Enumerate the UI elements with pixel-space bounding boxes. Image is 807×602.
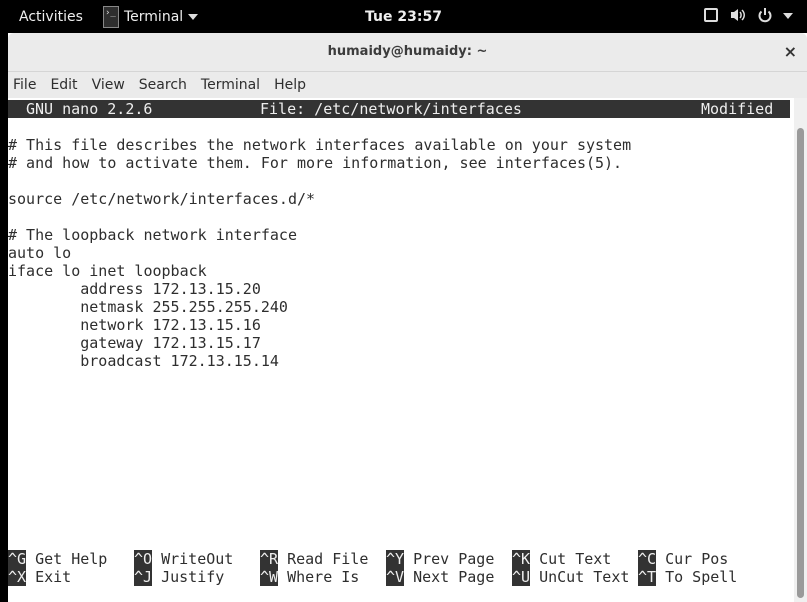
help-writeout: ^O WriteOut	[134, 550, 233, 568]
help-key: ^V	[386, 568, 405, 586]
file-line: auto lo	[8, 244, 72, 262]
help-label: Prev Page	[413, 550, 495, 568]
nano-title-bar: GNU nano 2.2.6 File: /etc/network/interf…	[8, 100, 790, 118]
terminal-scrollbar[interactable]	[794, 98, 807, 602]
help-label: WriteOut	[161, 550, 234, 568]
help-label: UnCut Text	[539, 568, 630, 586]
help-label: Justify	[161, 568, 225, 586]
file-line: # This file describes the network interf…	[8, 136, 632, 154]
help-label: Next Page	[413, 568, 495, 586]
help-prev-page: ^Y Prev Page	[386, 550, 494, 568]
help-label: Cur Pos	[665, 550, 729, 568]
help-key: ^X	[8, 568, 27, 586]
file-line: iface lo inet loopback	[8, 262, 207, 280]
help-key: ^T	[638, 568, 657, 586]
help-key: ^K	[512, 550, 531, 568]
window-icon	[704, 8, 718, 22]
file-line: source /etc/network/interfaces.d/*	[8, 190, 316, 208]
help-cut-text: ^K Cut Text	[512, 550, 611, 568]
help-label: Cut Text	[539, 550, 612, 568]
power-icon	[758, 8, 772, 23]
help-key: ^R	[260, 550, 279, 568]
help-to-spell: ^T To Spell	[638, 568, 737, 586]
terminal-window: humaidy@humaidy: ~ × File Edit View Sear…	[8, 33, 807, 602]
help-key: ^O	[134, 550, 153, 568]
file-line: network 172.13.15.16	[8, 316, 261, 334]
gnome-top-bar: Activities Terminal Tue 23:57	[0, 0, 807, 35]
help-next-page: ^V Next Page	[386, 568, 494, 586]
close-icon[interactable]: ×	[784, 42, 797, 61]
help-cur-pos: ^C Cur Pos	[638, 550, 728, 568]
help-label: Read File	[287, 550, 369, 568]
help-read-file: ^R Read File	[260, 550, 368, 568]
help-key: ^U	[512, 568, 531, 586]
menu-file[interactable]: File	[8, 77, 36, 93]
dropdown-caret-icon	[783, 13, 793, 19]
menu-help[interactable]: Help	[269, 77, 306, 93]
help-label: Where Is	[287, 568, 360, 586]
help-get-help: ^G Get Help	[8, 550, 107, 568]
help-key: ^W	[260, 568, 279, 586]
help-key: ^C	[638, 550, 657, 568]
file-line: netmask 255.255.255.240	[8, 298, 288, 316]
terminal-area[interactable]: GNU nano 2.2.6 File: /etc/network/interf…	[8, 98, 794, 602]
help-where-is: ^W Where Is	[260, 568, 359, 586]
menu-view[interactable]: View	[87, 77, 125, 93]
help-key: ^Y	[386, 550, 405, 568]
help-label: To Spell	[665, 568, 738, 586]
volume-icon	[731, 9, 745, 21]
menu-bar: File Edit View Search Terminal Help	[8, 72, 807, 98]
scrollbar-thumb[interactable]	[797, 128, 804, 598]
file-line: gateway 172.13.15.17	[8, 334, 261, 352]
help-key: ^J	[134, 568, 153, 586]
clock[interactable]: Tue 23:57	[0, 9, 807, 25]
file-line: address 172.13.15.20	[8, 280, 261, 298]
window-title: humaidy@humaidy: ~	[327, 44, 488, 59]
help-key: ^G	[8, 550, 27, 568]
nano-file-name: File: /etc/network/interfaces	[260, 100, 522, 118]
nano-status: Modified	[701, 100, 774, 118]
menu-terminal[interactable]: Terminal	[196, 77, 260, 93]
help-uncut-text: ^U UnCut Text	[512, 568, 629, 586]
nano-version: GNU nano 2.2.6	[26, 100, 153, 118]
file-line: # and how to activate them. For more inf…	[8, 154, 623, 172]
menu-search[interactable]: Search	[134, 77, 187, 93]
help-exit: ^X Exit	[8, 568, 71, 586]
file-line: broadcast 172.13.15.14	[8, 352, 279, 370]
file-line: # The loopback network interface	[8, 226, 297, 244]
help-label: Exit	[35, 568, 72, 586]
window-titlebar[interactable]: humaidy@humaidy: ~ ×	[8, 33, 807, 72]
menu-edit[interactable]: Edit	[45, 77, 77, 93]
system-menu[interactable]	[703, 7, 793, 23]
help-label: Get Help	[35, 550, 108, 568]
help-justify: ^J Justify	[134, 568, 224, 586]
